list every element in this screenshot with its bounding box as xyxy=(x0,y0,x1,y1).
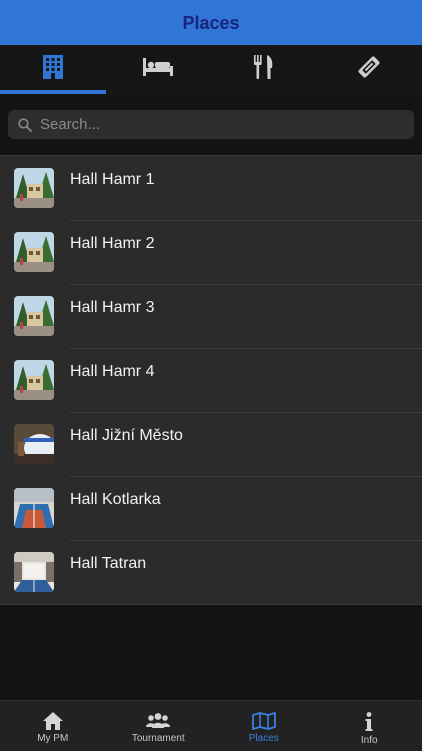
search-bar xyxy=(0,94,422,155)
category-tabbar xyxy=(0,45,422,94)
list-item[interactable]: Hall Hamr 3 xyxy=(0,284,422,348)
tab-venues[interactable] xyxy=(0,45,106,94)
place-name: Hall Hamr 3 xyxy=(70,299,154,317)
fork-knife-icon xyxy=(254,55,274,79)
place-thumbnail xyxy=(14,296,54,336)
nav-label: Places xyxy=(249,733,279,744)
bed-icon xyxy=(143,58,173,76)
place-thumbnail xyxy=(14,424,54,464)
info-icon xyxy=(364,712,374,732)
list-item[interactable]: Hall Jižní Město xyxy=(0,412,422,476)
bottom-navigation: My PM Tournament Places xyxy=(0,700,422,751)
app-header: Places xyxy=(0,0,422,45)
search-input[interactable] xyxy=(38,115,406,134)
place-thumbnail xyxy=(14,232,54,272)
list-item[interactable]: Hall Hamr 1 xyxy=(0,156,422,220)
venue-photo xyxy=(14,168,54,208)
home-icon xyxy=(43,712,63,730)
tab-accommodation[interactable] xyxy=(106,45,212,94)
venue-photo xyxy=(14,488,54,528)
group-icon xyxy=(146,712,170,730)
place-name: Hall Hamr 2 xyxy=(70,235,154,253)
nav-tournament[interactable]: Tournament xyxy=(106,701,212,751)
map-icon xyxy=(252,712,276,730)
search-icon xyxy=(18,118,32,132)
venue-photo xyxy=(14,296,54,336)
venue-photo xyxy=(14,232,54,272)
place-thumbnail xyxy=(14,168,54,208)
list-item[interactable]: Hall Hamr 4 xyxy=(0,348,422,412)
building-icon xyxy=(43,55,63,79)
place-name: Hall Jižní Město xyxy=(70,427,183,445)
venue-photo xyxy=(14,424,54,464)
venue-photo xyxy=(14,360,54,400)
search-field[interactable] xyxy=(8,110,414,139)
list-item[interactable]: Hall Hamr 2 xyxy=(0,220,422,284)
nav-info[interactable]: Info xyxy=(317,701,422,751)
place-name: Hall Hamr 4 xyxy=(70,363,154,381)
places-list: Hall Hamr 1 Hall Hamr 2 Hall Hamr 3 Hall… xyxy=(0,155,422,605)
place-name: Hall Tatran xyxy=(70,555,146,573)
page-title: Places xyxy=(182,11,239,34)
tab-tickets[interactable] xyxy=(317,45,422,94)
nav-label: Info xyxy=(361,735,378,746)
nav-label: My PM xyxy=(37,733,68,744)
ticket-icon xyxy=(357,55,381,79)
venue-photo xyxy=(14,552,54,592)
place-name: Hall Kotlarka xyxy=(70,491,161,509)
place-thumbnail xyxy=(14,360,54,400)
nav-places[interactable]: Places xyxy=(211,701,317,751)
place-thumbnail xyxy=(14,552,54,592)
place-name: Hall Hamr 1 xyxy=(70,171,154,189)
list-item[interactable]: Hall Kotlarka xyxy=(0,476,422,540)
nav-label: Tournament xyxy=(132,733,185,744)
list-item[interactable]: Hall Tatran xyxy=(0,540,422,604)
place-thumbnail xyxy=(14,488,54,528)
nav-my-pm[interactable]: My PM xyxy=(0,701,106,751)
tab-restaurants[interactable] xyxy=(211,45,317,94)
